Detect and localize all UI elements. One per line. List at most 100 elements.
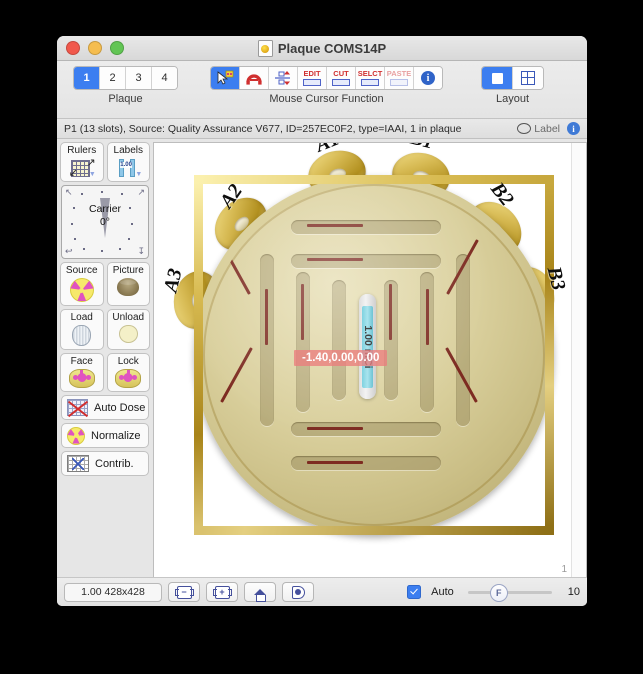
carrier-corner-tr-icon[interactable]: ↗ <box>137 187 145 198</box>
plaque-lock-icon <box>115 369 142 388</box>
picture-tool[interactable]: Picture <box>106 262 150 306</box>
info-icon: i <box>421 71 435 85</box>
main-toolbar: 1 2 3 4 Plaque EDIT CUT SELCT PASTE i Mo… <box>57 61 587 119</box>
unload-seed-icon <box>118 325 138 343</box>
single-pane-icon <box>491 72 503 84</box>
single-pane-button[interactable] <box>482 67 513 89</box>
source-info-bar: P1 (13 slots), Source: Quality Assurance… <box>57 119 587 139</box>
select-button[interactable]: SELCT <box>356 67 385 89</box>
plaque-button-3[interactable]: 3 <box>126 67 152 89</box>
seed-coordinate-tooltip: -1.40,0.00,0.00 <box>294 350 388 366</box>
plaque-button-2[interactable]: 2 <box>100 67 126 89</box>
layout-selector[interactable] <box>481 66 544 90</box>
load-seed-icon <box>72 325 92 346</box>
load-tool[interactable]: Load <box>60 309 104 350</box>
rulers-arrow-ne-icon: ↗ <box>86 157 96 169</box>
close-button[interactable] <box>66 41 80 55</box>
title-bar: Plaque COMS14P <box>57 36 587 61</box>
contrib-tool[interactable]: Contrib. <box>61 451 149 476</box>
carrier-dial[interactable]: ↖ ↗ ↩ ↧ Carrier 0° <box>61 185 149 259</box>
info-help-icon[interactable]: i <box>567 122 580 135</box>
carrier-label: Carrier <box>88 203 122 215</box>
carrier-corner-br-icon[interactable]: ↧ <box>137 246 145 257</box>
status-bar: 1.00 428x428 − + Auto F 10 <box>57 577 587 606</box>
auto-checkbox[interactable] <box>407 585 422 599</box>
stack-button[interactable] <box>282 582 314 602</box>
minimize-button[interactable] <box>88 41 102 55</box>
contribution-icon <box>67 455 89 472</box>
plaque-button-4[interactable]: 4 <box>152 67 177 89</box>
select-pointer-button[interactable] <box>211 67 240 89</box>
paste-button[interactable]: PASTE <box>385 67 414 89</box>
zoom-out-button[interactable]: − <box>168 582 200 602</box>
paste-icon: PASTE <box>385 70 413 86</box>
rulers-chevron-down-icon[interactable]: ▼ <box>89 171 96 178</box>
cursor-group-caption: Mouse Cursor Function <box>269 93 384 105</box>
source-tool[interactable]: Source <box>60 262 104 306</box>
labels-icon: 1.00 ▼ <box>115 158 142 178</box>
label-toggle-text: Label <box>534 122 560 135</box>
edit-button[interactable]: EDIT <box>298 67 327 89</box>
layout-group: Layout <box>481 66 544 105</box>
cut-icon: CUT <box>327 70 355 86</box>
face-tool[interactable]: Face <box>60 353 104 392</box>
maximize-button[interactable] <box>110 41 124 55</box>
normalize-radioactive-icon <box>67 426 85 445</box>
unload-tool[interactable]: Unload <box>106 309 150 350</box>
move-align-button[interactable] <box>269 67 298 89</box>
radioactive-document-icon <box>257 39 273 57</box>
no-dose-icon <box>67 399 88 416</box>
window-body: Rulers ↗ ↙ ▼ Labels 1.00 ▼ ↖ ↗ ↩ ↧ Carri… <box>57 139 587 577</box>
window-title-wrap: Plaque COMS14P <box>57 39 587 57</box>
picture-label: Picture <box>112 265 144 276</box>
rulers-grid-icon: ↗ ↙ ▼ <box>69 157 96 179</box>
plaque-button-1[interactable]: 1 <box>74 67 100 89</box>
source-label: Source <box>65 265 98 276</box>
layout-group-caption: Layout <box>495 93 530 105</box>
zoom-size-field[interactable]: 1.00 428x428 <box>64 582 162 602</box>
zoom-in-icon: + <box>212 585 232 599</box>
quad-pane-icon <box>521 71 535 85</box>
carrier-corner-tl-icon[interactable]: ↖ <box>65 187 73 198</box>
rulers-tool[interactable]: Rulers ↗ ↙ ▼ <box>60 142 104 182</box>
rulers-label: Rulers <box>67 145 97 156</box>
select-icon-bar <box>361 79 379 86</box>
lock-tool[interactable]: Lock <box>106 353 150 392</box>
rotate-magnet-button[interactable] <box>240 67 269 89</box>
carrier-angle: 0° <box>99 216 111 228</box>
auto-label: Auto <box>431 586 454 598</box>
cursor-function-selector[interactable]: EDIT CUT SELCT PASTE i <box>210 66 443 90</box>
vertical-scrollbar[interactable] <box>571 143 586 577</box>
plaque-canvas[interactable]: 1.00 mCi -1.40,0.00,0.00 A1 B1 A2 B2 A3 … <box>153 142 587 577</box>
active-seed-capsule[interactable]: 1.00 mCi <box>359 294 376 399</box>
edit-icon-text: EDIT <box>303 69 321 78</box>
plaque-stage: 1.00 mCi -1.40,0.00,0.00 A1 B1 A2 B2 A3 … <box>154 143 586 577</box>
zoom-out-icon: − <box>174 585 194 599</box>
auto-dose-label: Auto Dose <box>94 401 146 414</box>
contrast-slider[interactable]: F <box>467 583 552 602</box>
home-icon <box>254 589 266 602</box>
load-unload-row: Load Unload <box>60 309 150 350</box>
paste-icon-bar <box>390 79 408 86</box>
cut-button[interactable]: CUT <box>327 67 356 89</box>
quad-pane-button[interactable] <box>513 67 543 89</box>
canvas-page-number: 1 <box>561 564 567 575</box>
select-icon-text: SELCT <box>357 69 383 78</box>
plaque-group: 1 2 3 4 Plaque <box>73 66 178 105</box>
face-label: Face <box>70 356 93 367</box>
info-button[interactable]: i <box>414 67 442 89</box>
unload-label: Unload <box>112 312 145 323</box>
face-lock-row: Face Lock <box>60 353 150 392</box>
auto-dose-tool[interactable]: Auto Dose <box>61 395 149 420</box>
paste-icon-text: PASTE <box>386 69 412 78</box>
plaque-selector[interactable]: 1 2 3 4 <box>73 66 178 90</box>
labels-tool[interactable]: Labels 1.00 ▼ <box>106 142 150 182</box>
carrier-corner-bl-icon[interactable]: ↩ <box>65 246 73 257</box>
label-toggle[interactable]: Label <box>517 123 560 135</box>
slider-handle[interactable]: F <box>489 583 508 602</box>
home-button[interactable] <box>244 582 276 602</box>
labels-chevron-down-icon[interactable]: ▼ <box>135 171 142 178</box>
zoom-in-button[interactable]: + <box>206 582 238 602</box>
normalize-tool[interactable]: Normalize <box>61 423 149 448</box>
tool-sidebar: Rulers ↗ ↙ ▼ Labels 1.00 ▼ ↖ ↗ ↩ ↧ Carri… <box>57 139 152 577</box>
